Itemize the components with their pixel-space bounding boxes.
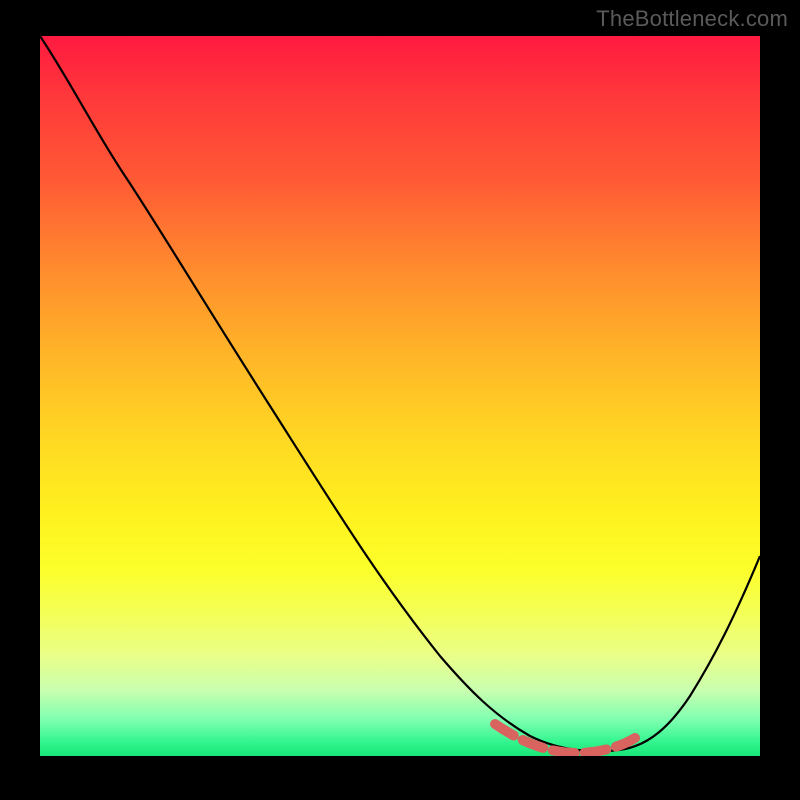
bottleneck-curve [40, 36, 760, 751]
watermark-text: TheBottleneck.com [596, 6, 788, 32]
curve-layer [40, 36, 760, 756]
plot-area [40, 36, 760, 756]
chart-stage: TheBottleneck.com [0, 0, 800, 800]
